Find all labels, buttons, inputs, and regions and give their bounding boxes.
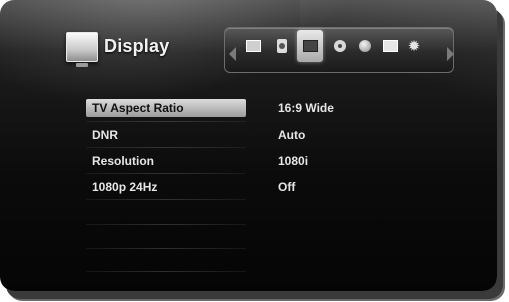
settings-screen: Display ✹ TV Aspect Ratio 16:9 Wide DNR …	[0, 0, 497, 291]
tab-others[interactable]: ✹	[405, 37, 423, 55]
setting-value-resolution: 1080i	[278, 154, 309, 168]
row-divider	[86, 121, 246, 122]
setting-row-tv-aspect-ratio[interactable]: TV Aspect Ratio	[86, 99, 246, 117]
tab-language[interactable]	[331, 37, 349, 55]
card-icon	[382, 40, 398, 52]
row-divider	[86, 199, 246, 200]
setting-label: DNR	[92, 128, 118, 142]
setting-label: Resolution	[92, 154, 154, 168]
setting-row-resolution[interactable]: Resolution	[86, 152, 246, 170]
page-title: Display	[104, 36, 170, 56]
tv-icon	[66, 32, 98, 67]
tab-lock[interactable]	[381, 37, 399, 55]
display-icon	[302, 40, 318, 52]
row-divider	[86, 224, 246, 225]
tab-network[interactable]	[356, 37, 374, 55]
tab-right-arrow-icon[interactable]	[447, 47, 454, 61]
globe-icon	[359, 40, 371, 52]
setting-label: TV Aspect Ratio	[92, 101, 184, 115]
row-divider	[86, 248, 246, 249]
monitor-icon	[245, 40, 261, 52]
tab-left-arrow-icon[interactable]	[229, 47, 236, 61]
setting-value-1080p-24hz: Off	[278, 180, 296, 194]
tab-audio[interactable]	[273, 37, 291, 55]
tab-display[interactable]	[297, 30, 323, 62]
tab-general[interactable]	[244, 37, 262, 55]
disc-icon	[334, 40, 346, 52]
speaker-icon	[277, 39, 287, 53]
setting-row-1080p-24hz[interactable]: 1080p 24Hz	[86, 178, 246, 196]
setting-value-tv-aspect-ratio: 16:9 Wide	[278, 101, 334, 115]
row-divider	[86, 147, 246, 148]
setting-label: 1080p 24Hz	[92, 180, 158, 194]
row-divider	[86, 173, 246, 174]
row-divider	[86, 271, 246, 272]
gear-icon: ✹	[407, 37, 421, 55]
setting-value-dnr: Auto	[278, 128, 306, 142]
setting-row-dnr[interactable]: DNR	[86, 126, 246, 144]
